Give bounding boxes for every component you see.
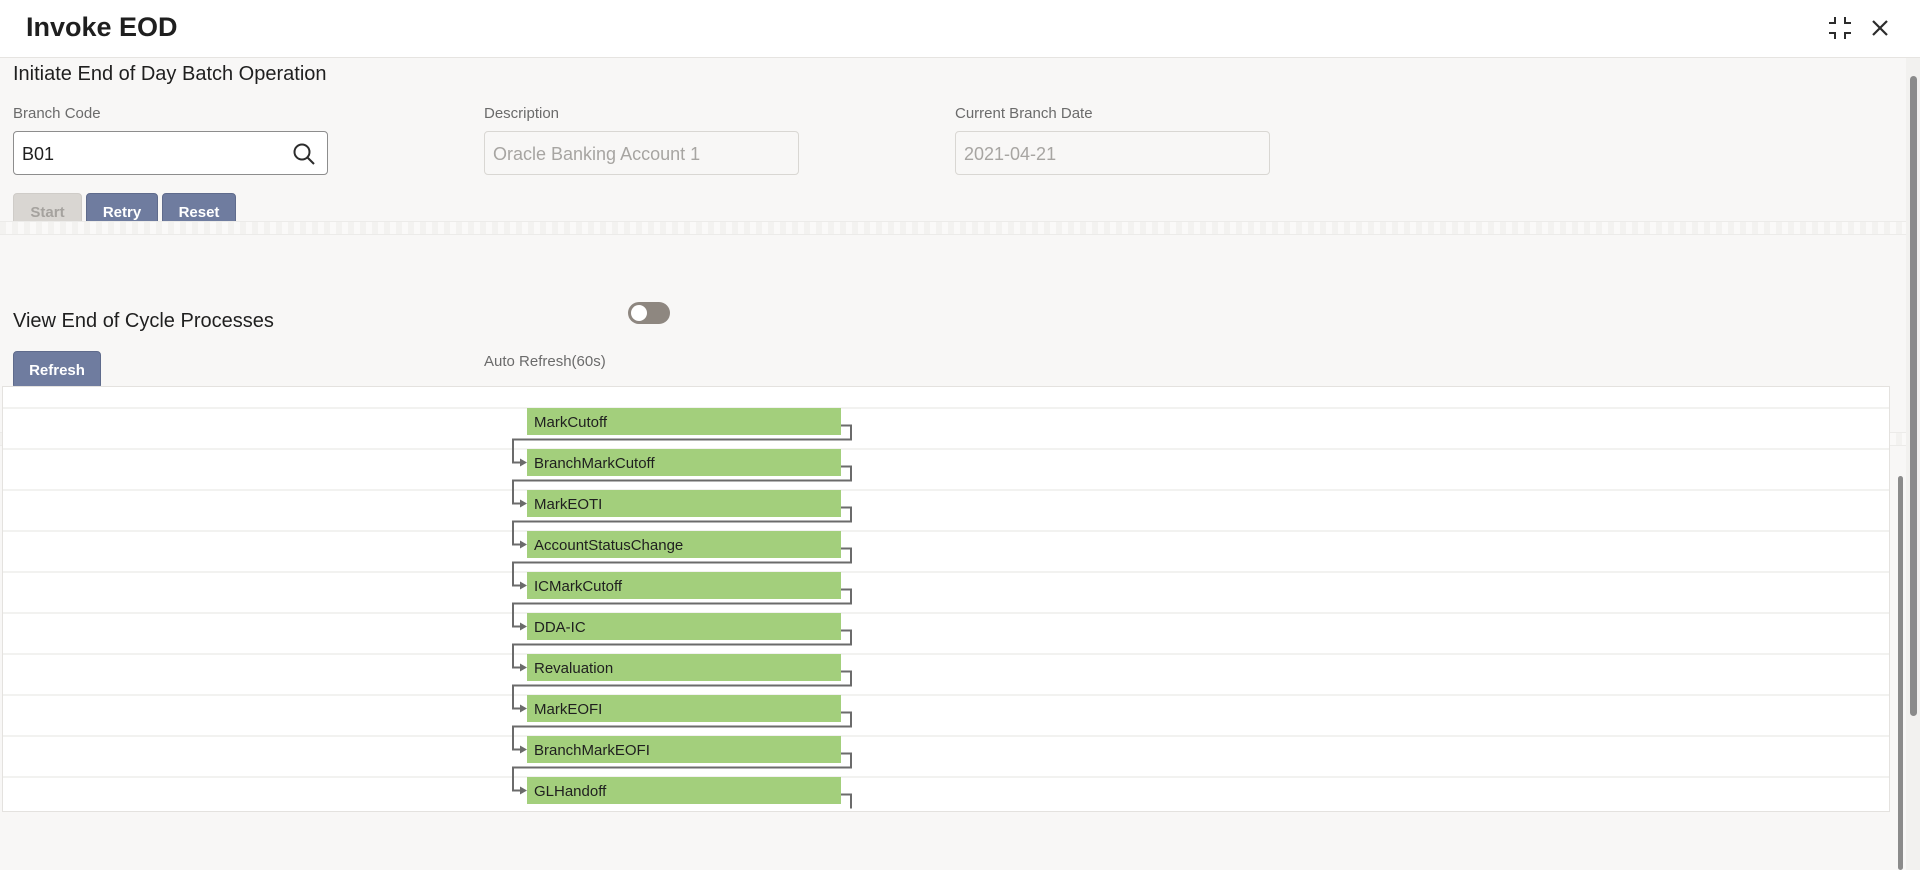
section-divider <box>0 221 1906 235</box>
process-node-label: MarkEOTI <box>534 496 602 513</box>
current-branch-date-field: 2021-04-21 <box>955 131 1270 175</box>
process-node-label: ICMarkCutoff <box>534 578 623 595</box>
branch-code-value: B01 <box>22 144 55 164</box>
description-label: Description <box>484 105 560 122</box>
compress-icon[interactable] <box>1826 14 1854 42</box>
view-section-title: View End of Cycle Processes <box>13 310 274 332</box>
process-node-label: MarkCutoff <box>534 414 608 431</box>
connector-arrow <box>520 745 527 754</box>
page-scrollbar-thumb[interactable] <box>1910 76 1917 716</box>
current-branch-date-label: Current Branch Date <box>955 105 1093 122</box>
connector-arrow <box>520 704 527 713</box>
process-flow-diagram: MarkCutoff BranchMarkCutoff MarkEOTI Accoun… <box>3 407 1889 809</box>
process-node-label: Revaluation <box>534 660 613 677</box>
process-node-label: MarkEOFI <box>534 701 602 718</box>
connector-arrow <box>520 786 527 795</box>
description-field: Oracle Banking Account 1 <box>484 131 799 175</box>
process-node-label: BranchMarkEOFI <box>534 742 650 759</box>
connector-arrow <box>520 622 527 631</box>
process-node-label: BranchMarkCutoff <box>534 455 655 472</box>
process-node-label: DDA-IC <box>534 619 586 636</box>
close-icon[interactable] <box>1866 14 1894 42</box>
toggle-knob <box>631 305 647 321</box>
connector-line <box>841 793 852 809</box>
connector-arrow <box>520 663 527 672</box>
auto-refresh-label: Auto Refresh(60s) <box>484 353 606 370</box>
process-node-label: AccountStatusChange <box>534 537 683 554</box>
search-icon[interactable] <box>291 141 317 167</box>
auto-refresh-toggle[interactable] <box>628 302 670 324</box>
branch-code-label: Branch Code <box>13 105 101 122</box>
title-bar: Invoke EOD <box>0 0 1920 58</box>
branch-code-input[interactable]: B01 <box>13 131 328 175</box>
initiate-section-title: Initiate End of Day Batch Operation <box>13 63 327 85</box>
connector-arrow <box>520 581 527 590</box>
connector-arrow <box>520 540 527 549</box>
window-title: Invoke EOD <box>26 12 178 42</box>
connector-arrow <box>520 499 527 508</box>
process-node-label: GLHandoff <box>534 783 607 800</box>
process-flow-panel: MarkCutoff BranchMarkCutoff MarkEOTI Accoun… <box>2 386 1890 812</box>
connector-arrow <box>520 458 527 467</box>
process-scrollbar-thumb[interactable] <box>1898 476 1903 870</box>
current-branch-date-value: 2021-04-21 <box>964 144 1057 164</box>
description-value: Oracle Banking Account 1 <box>493 144 701 164</box>
refresh-button[interactable]: Refresh <box>13 351 101 389</box>
